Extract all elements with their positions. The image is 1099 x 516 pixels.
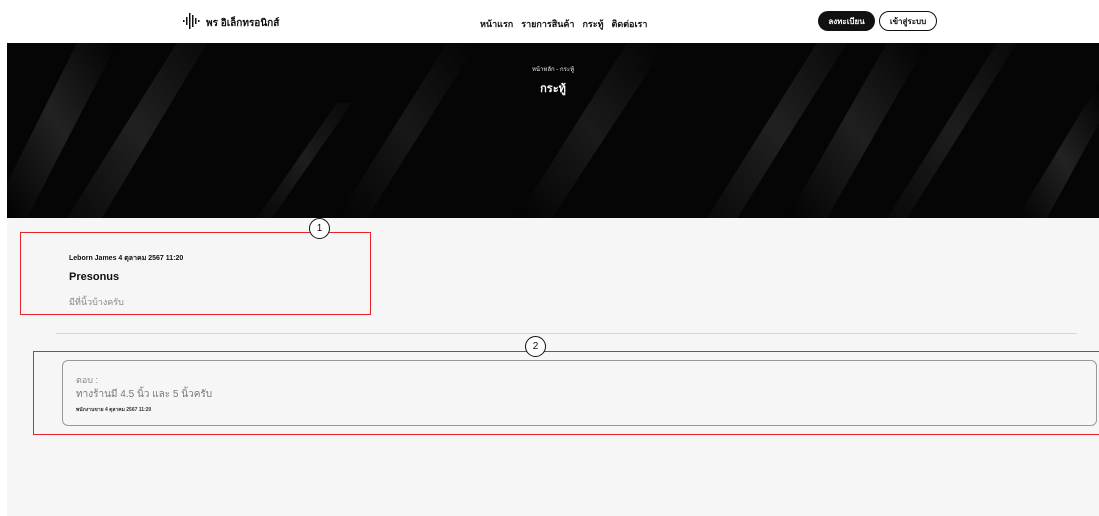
breadcrumb: หน้าหลัก - กระทู้ [531, 67, 575, 73]
annotation-marker-2: 2 [525, 336, 546, 357]
top-navbar: พร อิเล็กทรอนิกส์ หน้าแรก รายการสินค้า ก… [0, 0, 1099, 43]
nav-link-home[interactable]: หน้าแรก [480, 17, 513, 31]
register-button[interactable]: ลงทะเบียน [818, 11, 875, 31]
forum-post: Leborn James 4 ตุลาคม 2567 11:20 Presonu… [20, 232, 371, 315]
annotation-marker-1: 1 [309, 218, 330, 239]
nav-link-forum[interactable]: กระทู้ [582, 17, 603, 31]
reply-text: ทางร้านมี 4.5 นิ้ว และ 5 นิ้วครับ [76, 389, 213, 400]
reply-label: ตอบ : [76, 375, 98, 385]
login-button[interactable]: เข้าสู่ระบบ [879, 11, 937, 31]
reply-author-date: พนักงานขาย 4 ตุลาคม 2567 11:20 [76, 407, 152, 413]
nav-link-contact[interactable]: ติดต่อเรา [612, 17, 648, 31]
brand-name[interactable]: พร อิเล็กทรอนิกส์ [206, 16, 279, 31]
section-divider [56, 333, 1077, 334]
main-nav: หน้าแรก รายการสินค้า กระทู้ ติดต่อเรา [480, 17, 647, 31]
nav-link-products[interactable]: รายการสินค้า [521, 17, 574, 31]
post-title: Presonus [69, 271, 120, 283]
post-author-date: Leborn James 4 ตุลาคม 2567 11:20 [69, 255, 184, 262]
post-body: มีที่นิ้วบ้างครับ [69, 297, 124, 307]
reply-card: ตอบ : ทางร้านมี 4.5 นิ้ว และ 5 นิ้วครับ … [62, 360, 1097, 426]
page-title: กระทู้ [540, 83, 566, 95]
brand-logo-icon[interactable] [183, 13, 200, 29]
hero-banner: หน้าหลัก - กระทู้ กระทู้ [7, 43, 1099, 218]
